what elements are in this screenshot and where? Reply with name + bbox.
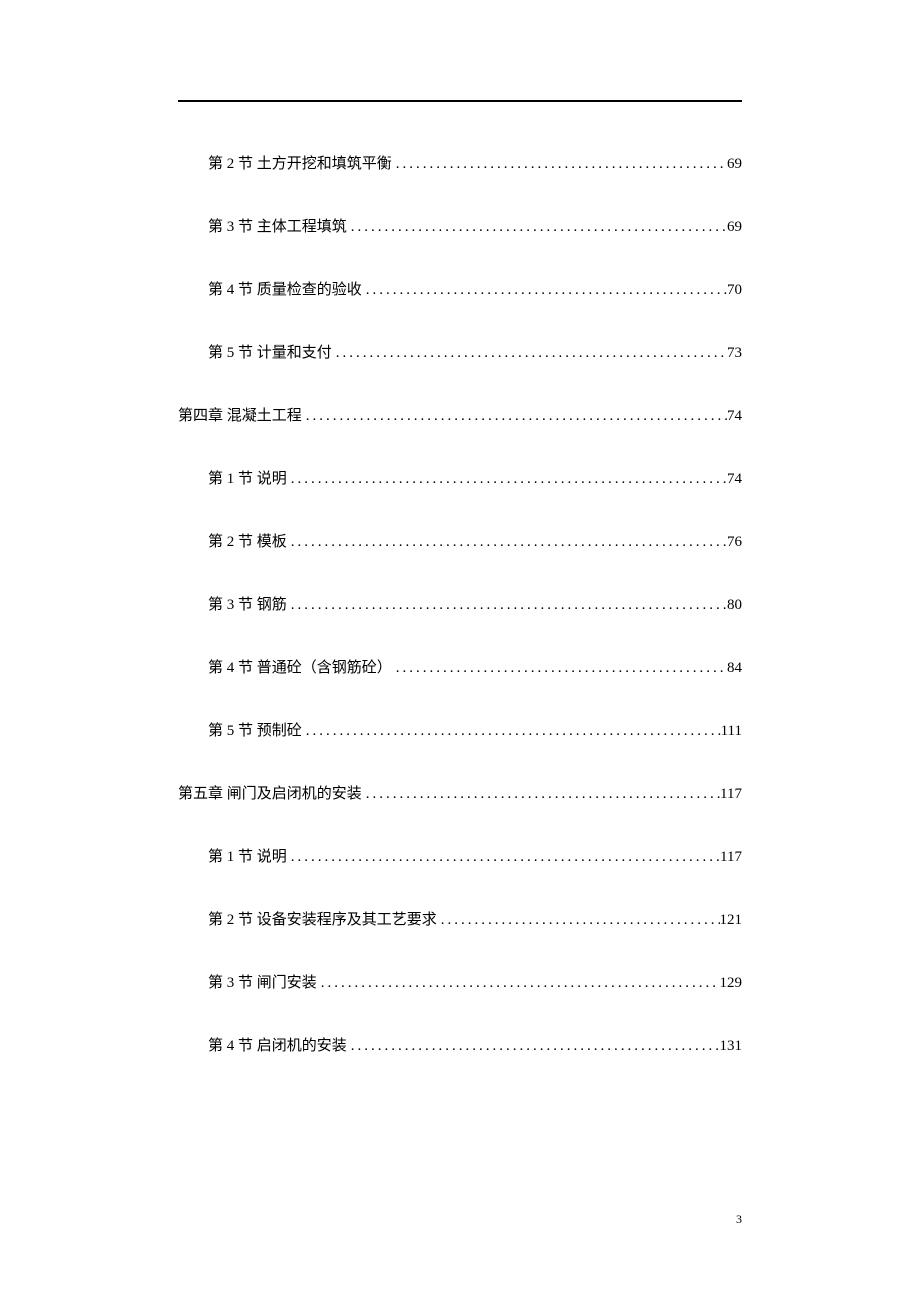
- toc-entry: 第 4 节 启闭机的安装 131: [178, 1034, 742, 1055]
- toc-page: 74: [727, 471, 742, 488]
- toc-page: 74: [727, 408, 742, 425]
- page-number: 3: [736, 1212, 742, 1227]
- toc-page: 73: [727, 345, 742, 362]
- toc-title: 第 1 节 说明: [208, 845, 287, 866]
- toc-page: 69: [727, 156, 742, 173]
- toc-dots: [302, 723, 721, 740]
- toc-dots: [347, 1038, 720, 1055]
- toc-page: 76: [727, 534, 742, 551]
- toc-page: 80: [727, 597, 742, 614]
- toc-dots: [287, 534, 727, 551]
- toc-title: 第 3 节 闸门安装: [208, 971, 317, 992]
- toc-title: 第 5 节 计量和支付: [208, 341, 332, 362]
- toc-dots: [392, 156, 727, 173]
- toc-page: 111: [721, 723, 742, 740]
- toc-title: 第五章 闸门及启闭机的安装: [178, 782, 362, 803]
- toc-page: 117: [720, 849, 742, 866]
- toc-dots: [392, 660, 727, 677]
- toc-page: 121: [720, 912, 743, 929]
- toc-entry: 第 2 节 模板 76: [178, 530, 742, 551]
- toc-title: 第四章 混凝土工程: [178, 404, 302, 425]
- toc-dots: [317, 975, 720, 992]
- toc-dots: [287, 597, 727, 614]
- toc-entry: 第 3 节 钢筋 80: [178, 593, 742, 614]
- toc-title: 第 2 节 模板: [208, 530, 287, 551]
- toc-entry: 第 5 节 计量和支付 73: [178, 341, 742, 362]
- toc-title: 第 4 节 普通砼（含钢筋砼）: [208, 656, 392, 677]
- toc-entry: 第 1 节 说明 74: [178, 467, 742, 488]
- toc-dots: [287, 849, 720, 866]
- toc-title: 第 4 节 质量检查的验收: [208, 278, 362, 299]
- toc-entry: 第 3 节 闸门安装 129: [178, 971, 742, 992]
- toc-page: 117: [720, 786, 742, 803]
- toc-entry: 第 4 节 质量检查的验收 70: [178, 278, 742, 299]
- toc-page: 69: [727, 219, 742, 236]
- toc-entry: 第 1 节 说明 117: [178, 845, 742, 866]
- toc-title: 第 5 节 预制砼: [208, 719, 302, 740]
- toc-entry: 第五章 闸门及启闭机的安装 117: [178, 782, 742, 803]
- toc-title: 第 1 节 说明: [208, 467, 287, 488]
- toc-dots: [362, 282, 727, 299]
- toc-dots: [332, 345, 727, 362]
- toc-title: 第 2 节 设备安装程序及其工艺要求: [208, 908, 437, 929]
- toc-title: 第 3 节 主体工程填筑: [208, 215, 347, 236]
- toc-page: 129: [720, 975, 743, 992]
- toc-title: 第 3 节 钢筋: [208, 593, 287, 614]
- toc-title: 第 2 节 土方开挖和填筑平衡: [208, 152, 392, 173]
- toc-entry: 第 2 节 土方开挖和填筑平衡 69: [178, 152, 742, 173]
- toc-dots: [287, 471, 727, 488]
- toc-entry: 第 3 节 主体工程填筑 69: [178, 215, 742, 236]
- toc-title: 第 4 节 启闭机的安装: [208, 1034, 347, 1055]
- page-container: 第 2 节 土方开挖和填筑平衡 69 第 3 节 主体工程填筑 69 第 4 节…: [0, 0, 920, 1055]
- toc-dots: [347, 219, 727, 236]
- toc-entry: 第 2 节 设备安装程序及其工艺要求 121: [178, 908, 742, 929]
- toc-entry: 第四章 混凝土工程 74: [178, 404, 742, 425]
- header-divider: [178, 100, 742, 102]
- toc-dots: [302, 408, 727, 425]
- toc-entry: 第 5 节 预制砼 111: [178, 719, 742, 740]
- toc-page: 131: [720, 1038, 743, 1055]
- toc-page: 70: [727, 282, 742, 299]
- toc-entry: 第 4 节 普通砼（含钢筋砼） 84: [178, 656, 742, 677]
- toc-dots: [437, 912, 720, 929]
- toc-page: 84: [727, 660, 742, 677]
- toc-dots: [362, 786, 720, 803]
